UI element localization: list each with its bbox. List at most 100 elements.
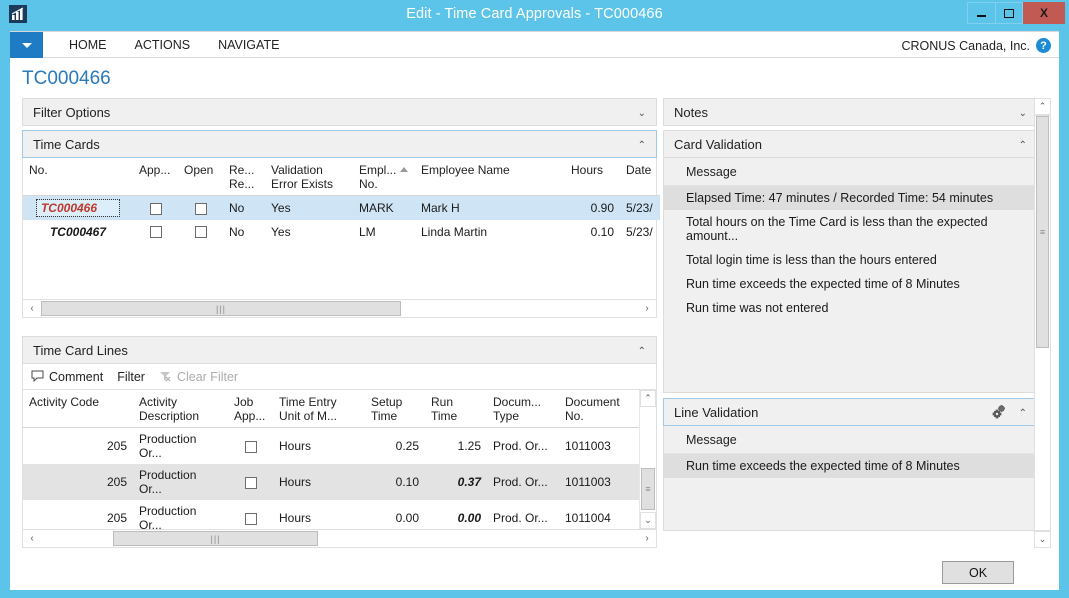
- clear-filter-button[interactable]: Clear Filter: [159, 370, 238, 384]
- cell-job-app[interactable]: [228, 464, 273, 500]
- col-job-app[interactable]: Job App...: [228, 390, 273, 428]
- maximize-button[interactable]: [995, 2, 1023, 24]
- time-cards-section-header[interactable]: Time Cards ⌃: [22, 130, 657, 158]
- scroll-track[interactable]: ≡: [1034, 115, 1051, 531]
- cell-setup-time[interactable]: 0.10: [365, 464, 425, 500]
- cell-re-re[interactable]: No: [223, 220, 265, 243]
- table-row[interactable]: TC000467 No Yes LM Linda Martin 0.10 5/2…: [23, 220, 660, 243]
- cell-employee-no[interactable]: LM: [353, 220, 415, 243]
- col-hours[interactable]: Hours: [565, 158, 620, 196]
- cell-open[interactable]: [178, 220, 223, 243]
- cell-employee-no[interactable]: MARK: [353, 195, 415, 220]
- cell-date[interactable]: 5/23/: [620, 195, 660, 220]
- filter-button[interactable]: Filter: [117, 370, 145, 384]
- cell-time-entry-uom[interactable]: Hours: [273, 428, 365, 465]
- gears-icon[interactable]: [992, 405, 1007, 423]
- tab-home[interactable]: HOME: [55, 32, 121, 59]
- cell-setup-time[interactable]: 0.25: [365, 428, 425, 465]
- cell-activity-description[interactable]: Production Or...: [133, 464, 228, 500]
- scroll-thumb[interactable]: |||: [113, 531, 318, 546]
- list-item[interactable]: Elapsed Time: 47 minutes / Recorded Time…: [664, 186, 1037, 210]
- chevron-up-icon[interactable]: ⌃: [638, 131, 646, 159]
- cell-document-type[interactable]: Prod. Or...: [487, 428, 559, 465]
- table-row[interactable]: TC000466 No Yes MARK Mark H 0.90 5/23/: [23, 195, 660, 220]
- cell-approved[interactable]: [133, 195, 178, 220]
- close-button[interactable]: X: [1023, 2, 1065, 24]
- cell-activity-code[interactable]: 205: [23, 428, 133, 465]
- scroll-thumb[interactable]: ≡: [1036, 116, 1049, 348]
- scroll-right-icon[interactable]: ›: [638, 300, 656, 317]
- list-item[interactable]: Run time was not entered: [664, 296, 1037, 320]
- cell-date[interactable]: 5/23/: [620, 220, 660, 243]
- comment-button[interactable]: Comment: [31, 370, 103, 384]
- checkbox[interactable]: [149, 226, 162, 239]
- table-row[interactable]: 205 Production Or... Hours 0.10 0.37 Pro…: [23, 464, 641, 500]
- scroll-up-icon[interactable]: ⌃: [640, 390, 656, 407]
- col-approved[interactable]: App...: [133, 158, 178, 196]
- col-validation-error-exists[interactable]: Validation Error Exists: [265, 158, 353, 196]
- tab-actions[interactable]: ACTIONS: [121, 32, 205, 59]
- scroll-down-icon[interactable]: ⌄: [640, 512, 656, 529]
- cell-document-no[interactable]: 1011003: [559, 428, 641, 465]
- scroll-thumb[interactable]: |||: [41, 301, 401, 316]
- tab-navigate[interactable]: NAVIGATE: [204, 32, 293, 59]
- col-open[interactable]: Open: [178, 158, 223, 196]
- cell-employee-name[interactable]: Linda Martin: [415, 220, 565, 243]
- col-no[interactable]: No.: [23, 158, 133, 196]
- list-item[interactable]: Run time exceeds the expected time of 8 …: [664, 454, 1037, 478]
- cell-hours[interactable]: 0.10: [565, 220, 620, 243]
- chevron-up-icon[interactable]: ⌃: [638, 337, 646, 365]
- col-activity-code[interactable]: Activity Code: [23, 390, 133, 428]
- minimize-button[interactable]: [967, 2, 995, 24]
- col-setup-time[interactable]: Setup Time: [365, 390, 425, 428]
- scroll-down-icon[interactable]: ⌄: [1034, 531, 1051, 548]
- line-validation-section-header[interactable]: Line Validation ⌃: [663, 398, 1038, 426]
- time-cards-horizontal-scrollbar[interactable]: ‹ ||| ›: [22, 300, 657, 318]
- scroll-track[interactable]: |||: [41, 300, 638, 317]
- cell-no[interactable]: TC000467: [23, 220, 133, 243]
- scroll-track[interactable]: |||: [41, 530, 638, 547]
- cell-validation-error[interactable]: Yes: [265, 195, 353, 220]
- col-document-no[interactable]: Document No.: [559, 390, 641, 428]
- cell-hours[interactable]: 0.90: [565, 195, 620, 220]
- card-validation-section-header[interactable]: Card Validation ⌃: [663, 130, 1038, 158]
- list-item[interactable]: Total hours on the Time Card is less tha…: [664, 210, 1037, 248]
- col-employee-name[interactable]: Employee Name: [415, 158, 565, 196]
- checkbox[interactable]: [244, 512, 257, 525]
- list-item[interactable]: Run time exceeds the expected time of 8 …: [664, 272, 1037, 296]
- cell-re-re[interactable]: No: [223, 195, 265, 220]
- time-card-lines-section-header[interactable]: Time Card Lines ⌃: [22, 336, 657, 364]
- cell-activity-description[interactable]: Production Or...: [133, 428, 228, 465]
- cell-activity-code[interactable]: 205: [23, 464, 133, 500]
- col-re-re[interactable]: Re... Re...: [223, 158, 265, 196]
- cell-job-app[interactable]: [228, 428, 273, 465]
- cell-time-entry-uom[interactable]: Hours: [273, 464, 365, 500]
- checkbox[interactable]: [194, 202, 207, 215]
- chevron-down-icon[interactable]: ⌄: [638, 99, 646, 127]
- list-item[interactable]: Total login time is less than the hours …: [664, 248, 1037, 272]
- cell-run-time[interactable]: 0.37: [425, 464, 487, 500]
- col-run-time[interactable]: Run Time: [425, 390, 487, 428]
- quick-access-dropdown-button[interactable]: [10, 32, 43, 59]
- ok-button[interactable]: OK: [942, 561, 1014, 584]
- table-row[interactable]: 205 Production Or... Hours 0.25 1.25 Pro…: [23, 428, 641, 465]
- help-icon[interactable]: ?: [1036, 38, 1051, 53]
- cell-no[interactable]: TC000466: [23, 195, 133, 220]
- cell-document-type[interactable]: Prod. Or...: [487, 464, 559, 500]
- page-vertical-scrollbar[interactable]: ⌃ ≡ ⌄: [1034, 98, 1051, 548]
- filter-options-section-header[interactable]: Filter Options ⌄: [22, 98, 657, 126]
- time-card-lines-vertical-scrollbar[interactable]: ⌃ ≡ ⌄: [639, 390, 656, 529]
- cell-validation-error[interactable]: Yes: [265, 220, 353, 243]
- chevron-down-icon[interactable]: ⌄: [1019, 99, 1027, 127]
- col-document-type[interactable]: Docum... Type: [487, 390, 559, 428]
- checkbox[interactable]: [244, 440, 257, 453]
- chevron-up-icon[interactable]: ⌃: [1019, 131, 1027, 159]
- cell-approved[interactable]: [133, 220, 178, 243]
- checkbox[interactable]: [244, 476, 257, 489]
- col-time-entry-uom[interactable]: Time Entry Unit of M...: [273, 390, 365, 428]
- cell-run-time[interactable]: 1.25: [425, 428, 487, 465]
- checkbox[interactable]: [149, 202, 162, 215]
- cell-open[interactable]: [178, 195, 223, 220]
- col-date[interactable]: Date: [620, 158, 660, 196]
- checkbox[interactable]: [194, 226, 207, 239]
